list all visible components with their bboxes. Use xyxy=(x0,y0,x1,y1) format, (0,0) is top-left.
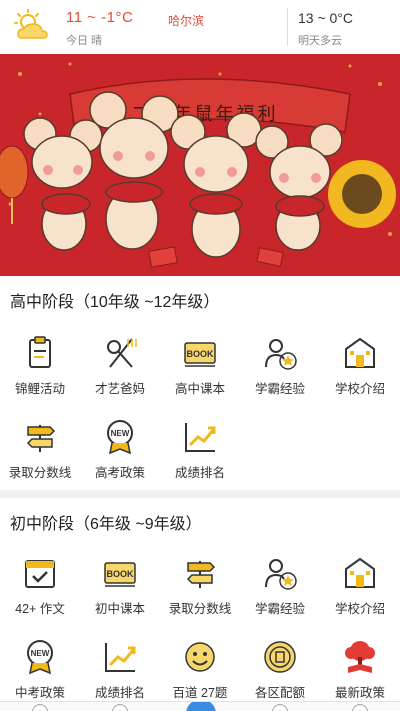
middle-school-item[interactable]: 录取分数线 xyxy=(160,555,240,625)
high-school-section-title: 高中阶段（10年级 ~12年级） xyxy=(10,294,220,311)
high-school-item[interactable]: 锦鲤活动 xyxy=(0,335,80,405)
middle-school-item-label: 学霸经验 xyxy=(254,602,305,616)
book-icon: BOOK xyxy=(104,562,136,587)
high-school-item-label: 录取分数线 xyxy=(8,466,72,480)
middle-school-item-label: 初中课本 xyxy=(94,602,145,616)
high-school-item-label: 学校介绍 xyxy=(334,382,385,396)
high-school-item-label: 高考政策 xyxy=(94,466,145,480)
tab-messages[interactable] xyxy=(272,704,288,711)
tab-profile[interactable] xyxy=(352,704,368,711)
school-building-icon xyxy=(345,557,375,588)
svg-text:NEW: NEW xyxy=(31,649,50,658)
today-temperature: 11 ~ -1°C xyxy=(66,9,134,26)
high-school-item[interactable]: 才艺爸妈 xyxy=(80,335,160,405)
sun-cloud-icon xyxy=(14,9,48,39)
middle-school-item[interactable]: 最新政策 xyxy=(320,639,400,709)
high-school-item[interactable]: BOOK 高中课本 xyxy=(160,335,240,405)
high-school-item[interactable]: 学校介绍 xyxy=(320,335,400,405)
trend-chart-icon xyxy=(105,643,136,672)
high-school-item[interactable]: 成绩排名 xyxy=(160,419,240,489)
middle-school-item-label: 42+ 作文 xyxy=(15,602,65,616)
svg-text:NEW: NEW xyxy=(111,429,130,438)
smiley-icon xyxy=(185,642,215,672)
weather-header[interactable]: 11 ~ -1°C 哈尔滨 今日 晴 13 ~ 0°C 明天多云 xyxy=(0,0,400,54)
new-badge-icon: NEW xyxy=(107,420,133,455)
stamp-icon xyxy=(264,641,296,673)
promo-banner[interactable]: 二零年鼠年福利 xyxy=(0,54,400,276)
star-user-icon xyxy=(265,339,297,370)
middle-school-item-label: 百道 27题 xyxy=(172,686,228,700)
high-school-item-label: 成绩排名 xyxy=(174,466,225,480)
tree-book-icon xyxy=(345,641,375,673)
middle-school-item-label: 录取分数线 xyxy=(168,602,232,616)
tomorrow-description: 明天多云 xyxy=(298,35,342,47)
tab-discover[interactable] xyxy=(112,704,128,711)
high-school-item-label: 高中课本 xyxy=(174,382,225,396)
middle-school-item[interactable]: 各区配额 xyxy=(240,639,320,709)
middle-school-item-label: 学校介绍 xyxy=(334,602,385,616)
middle-school-section-title: 初中阶段（6年级 ~9年级） xyxy=(10,516,202,533)
weather-divider xyxy=(287,8,288,46)
book-icon: BOOK xyxy=(184,342,216,367)
middle-school-item-label: 中考政策 xyxy=(14,686,65,700)
bottom-tab-bar xyxy=(0,701,400,711)
high-school-item-label: 才艺爸妈 xyxy=(94,382,145,396)
svg-text:BOOK: BOOK xyxy=(187,349,215,359)
high-school-item[interactable]: NEW 高考政策 xyxy=(80,419,160,489)
new-year-mice-illustration: 二零年鼠年福利 xyxy=(0,54,400,276)
high-school-item-label: 学霸经验 xyxy=(254,382,305,396)
high-school-item[interactable]: 录取分数线 xyxy=(0,419,80,489)
high-school-item-label: 锦鲤活动 xyxy=(14,382,65,396)
middle-school-item-label: 最新政策 xyxy=(334,686,385,700)
star-user-icon xyxy=(265,559,297,590)
middle-school-item[interactable]: 学校介绍 xyxy=(320,555,400,625)
middle-school-item[interactable]: NEW 中考政策 xyxy=(0,639,80,709)
tomorrow-temperature: 13 ~ 0°C xyxy=(298,10,354,26)
middle-school-item[interactable]: BOOK 初中课本 xyxy=(80,555,160,625)
utensils-icon xyxy=(107,338,137,368)
high-school-item[interactable]: 学霸经验 xyxy=(240,335,320,405)
school-building-icon xyxy=(345,337,375,368)
svg-text:BOOK: BOOK xyxy=(107,569,135,579)
city-name[interactable]: 哈尔滨 xyxy=(168,12,204,29)
middle-school-item[interactable]: 成绩排名 xyxy=(80,639,160,709)
signpost-icon xyxy=(26,425,56,452)
new-badge-icon: NEW xyxy=(27,640,53,675)
middle-school-item-label: 各区配额 xyxy=(254,686,305,700)
trend-chart-icon xyxy=(185,423,216,452)
middle-school-item-label: 成绩排名 xyxy=(94,686,145,700)
today-description: 今日 晴 xyxy=(66,35,103,47)
middle-school-item[interactable]: 百道 27题 xyxy=(160,639,240,709)
middle-school-item[interactable]: 学霸经验 xyxy=(240,555,320,625)
calendar-check-icon xyxy=(25,560,55,588)
tab-home[interactable] xyxy=(32,704,48,711)
section-divider xyxy=(0,490,400,498)
middle-school-item[interactable]: 42+ 作文 xyxy=(0,555,80,625)
tab-center[interactable] xyxy=(186,702,216,711)
clipboard-icon xyxy=(29,336,51,368)
signpost-icon xyxy=(186,561,216,588)
